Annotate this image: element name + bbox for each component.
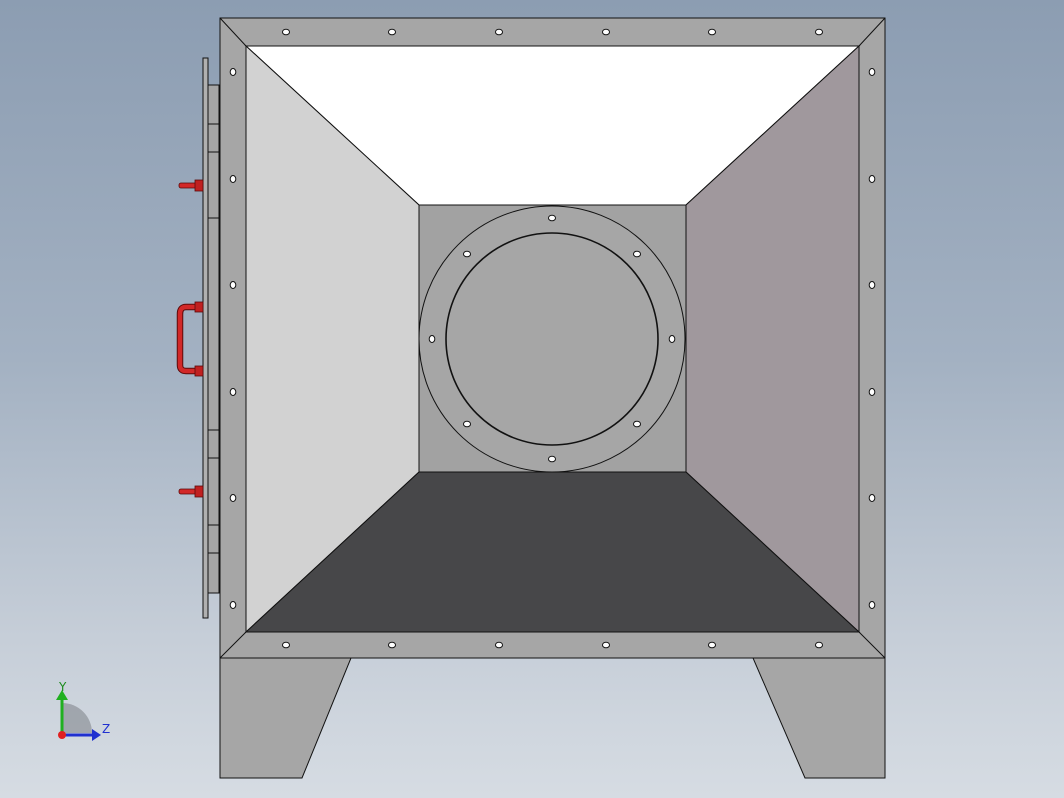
x-axis-origin [58,731,66,739]
side-door [202,57,220,619]
upper-latch [178,179,204,192]
triad-plane-indicator [62,703,92,733]
z-axis-label: Z [102,722,110,736]
door-hardware [176,179,204,498]
support-legs [219,657,886,779]
box-body [219,17,886,659]
door-plate [202,57,209,619]
z-axis-arrowhead [92,729,101,741]
y-axis-label: Y [58,680,67,694]
outlet-opening [445,232,659,446]
axis-triad[interactable]: Y Z [56,680,110,741]
door-handle [176,301,204,377]
lower-latch [178,485,204,498]
cad-viewport[interactable]: Y Z [0,0,1064,798]
left-leg [219,657,352,779]
door-frame-strip [207,84,220,594]
right-leg [752,657,886,779]
